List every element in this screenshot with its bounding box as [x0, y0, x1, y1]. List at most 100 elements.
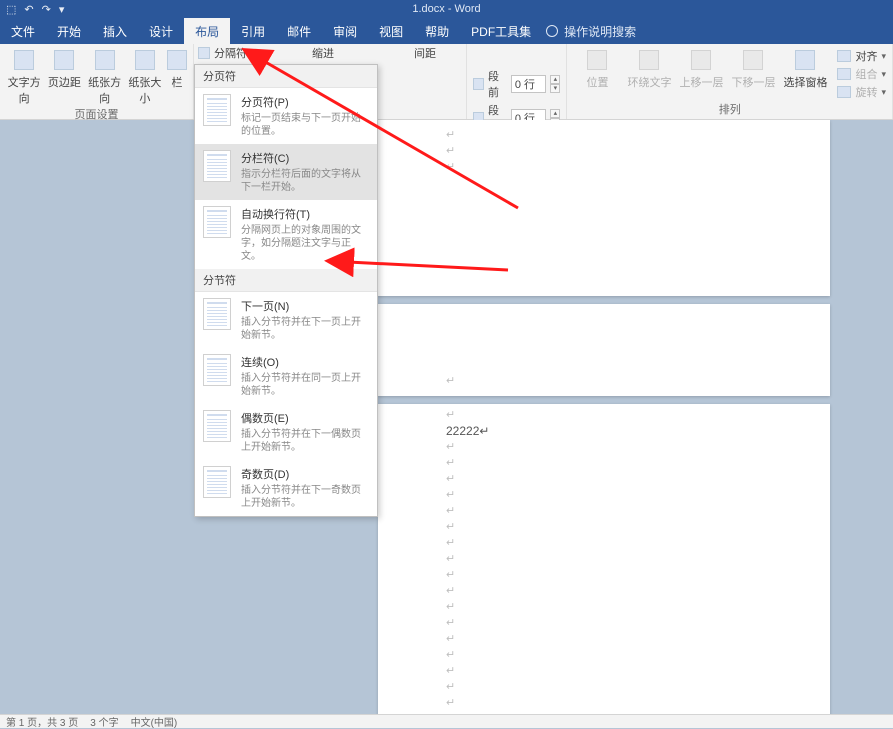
selection-pane-icon [795, 50, 815, 70]
dd-item-title: 分栏符(C) [241, 150, 369, 166]
tab-pdf[interactable]: PDF工具集 [460, 18, 542, 44]
margins-icon [54, 50, 74, 70]
tab-insert[interactable]: 插入 [92, 18, 138, 44]
breaks-button[interactable]: 分隔符 ▾ [194, 44, 260, 62]
selection-pane-button[interactable]: 选择窗格 [781, 46, 829, 90]
doc-text: 22222↵ [446, 424, 489, 438]
align-icon [837, 50, 851, 62]
tab-review[interactable]: 审阅 [322, 18, 368, 44]
even-page-icon [203, 410, 231, 442]
orientation-button[interactable]: 纸张方向 [87, 46, 123, 106]
dd-item-page-break[interactable]: 分页符(P) 标记一页结束与下一页开始的位置。 [195, 88, 377, 144]
paragraph-mark: ↵ [446, 160, 455, 173]
text-direction-icon [14, 50, 34, 70]
status-page[interactable]: 第 1 页，共 3 页 [6, 714, 78, 729]
dd-section-section-breaks: 分节符 [195, 269, 377, 292]
page-2-body[interactable]: ↵ 22222↵ ↵ ↵ ↵ ↵ ↵ ↵ ↵ ↵ ↵ ↵ ↵ ↵ ↵ ↵ ↵ ↵… [378, 404, 830, 714]
send-backward-label: 下移一层 [731, 74, 775, 90]
paragraph-mark: ↵ [446, 374, 455, 387]
paragraph-mark: ↵ [446, 632, 455, 645]
tab-design[interactable]: 设计 [138, 18, 184, 44]
dd-item-desc: 标记一页结束与下一页开始的位置。 [241, 112, 369, 138]
dd-item-next-page[interactable]: 下一页(N) 插入分节符并在下一页上开始新节。 [195, 292, 377, 348]
paragraph-mark: ↵ [446, 664, 455, 677]
dd-item-title: 自动换行符(T) [241, 206, 369, 222]
spacing-before-icon [473, 78, 484, 90]
dd-item-title: 下一页(N) [241, 298, 369, 314]
ribbon: 文字方向 页边距 纸张方向 纸张大小 栏 页面设置 分隔符 ▾ [0, 44, 893, 120]
quick-access-toolbar: ⬚ ↶ ↷ ▾ [0, 3, 64, 16]
tab-layout[interactable]: 布局 [184, 18, 230, 44]
dd-item-column-break[interactable]: 分栏符(C) 指示分栏符后面的文字将从下一栏开始。 [195, 144, 377, 200]
status-words[interactable]: 3 个字 [90, 714, 118, 729]
dd-item-desc: 插入分节符并在下一奇数页上开始新节。 [241, 484, 369, 510]
paragraph-mark: ↵ [446, 488, 455, 501]
bring-forward-icon [691, 50, 711, 70]
paragraph-mark: ↵ [446, 440, 455, 453]
page-2-top[interactable]: ↵ [378, 304, 830, 396]
tab-view[interactable]: 视图 [368, 18, 414, 44]
rotate-button: 旋转▾ [837, 84, 886, 100]
rotate-label: 旋转 [855, 84, 877, 100]
indent-header: 缩进 [312, 44, 334, 62]
dd-item-text-wrapping[interactable]: 自动换行符(T) 分隔网页上的对象周围的文字，如分隔题注文字与正文。 [195, 200, 377, 269]
spacing-before-spinner[interactable]: ▴▾ [550, 75, 560, 93]
wrap-icon [639, 50, 659, 70]
margins-label: 页边距 [48, 74, 81, 90]
continuous-icon [203, 354, 231, 386]
group-page-setup: 文字方向 页边距 纸张方向 纸张大小 栏 页面设置 [0, 44, 194, 119]
document-area[interactable]: ↵ ↵ ↵ ↵ ↵ 22222↵ ↵ ↵ ↵ ↵ ↵ ↵ ↵ ↵ ↵ ↵ ↵ ↵… [0, 120, 893, 714]
paragraph-mark: ↵ [446, 552, 455, 565]
redo-icon[interactable]: ↷ [42, 3, 51, 16]
undo-icon[interactable]: ↶ [24, 3, 33, 16]
wrap-text-button: 环绕文字 [625, 46, 673, 90]
margins-button[interactable]: 页边距 [46, 46, 82, 90]
align-button[interactable]: 对齐▾ [837, 48, 886, 64]
bring-forward-button: 上移一层 [677, 46, 725, 90]
size-label: 纸张大小 [127, 74, 163, 106]
paragraph-mark: ↵ [446, 408, 455, 421]
spacing-before[interactable]: 段前 0 行 ▴▾ [473, 68, 560, 100]
tab-mailings[interactable]: 邮件 [276, 18, 322, 44]
columns-button[interactable]: 栏 [167, 46, 187, 90]
dd-item-desc: 插入分节符并在同一页上开始新节。 [241, 372, 369, 398]
size-button[interactable]: 纸张大小 [127, 46, 163, 106]
dd-item-title: 分页符(P) [241, 94, 369, 110]
group-icon [837, 68, 851, 80]
dd-item-desc: 分隔网页上的对象周围的文字，如分隔题注文字与正文。 [241, 224, 369, 263]
paragraph-mark: ↵ [446, 600, 455, 613]
text-wrapping-icon [203, 206, 231, 238]
qat-more-icon[interactable]: ▾ [59, 3, 65, 16]
lightbulb-icon [546, 25, 558, 37]
breaks-label: 分隔符 [214, 45, 247, 61]
bring-forward-label: 上移一层 [679, 74, 723, 90]
breaks-icon [198, 47, 210, 59]
dd-item-continuous[interactable]: 连续(O) 插入分节符并在同一页上开始新节。 [195, 348, 377, 404]
paragraph-mark: ↵ [446, 616, 455, 629]
save-icon[interactable]: ⬚ [6, 3, 16, 16]
paragraph-mark: ↵ [446, 680, 455, 693]
tab-home[interactable]: 开始 [46, 18, 92, 44]
tab-references[interactable]: 引用 [230, 18, 276, 44]
rotate-icon [837, 86, 851, 98]
page-1-bottom[interactable]: ↵ ↵ ↵ [378, 120, 830, 296]
tell-me-label: 操作说明搜索 [564, 23, 636, 40]
group-paragraph: 段前 0 行 ▴▾ 段后 0 行 ▴▾ 段落 [467, 44, 567, 119]
text-direction-button[interactable]: 文字方向 [6, 46, 42, 106]
group-arrange-label: 排列 [567, 101, 892, 119]
breaks-dropdown: 分页符 分页符(P) 标记一页结束与下一页开始的位置。 分栏符(C) 指示分栏符… [194, 64, 378, 517]
text-direction-label: 文字方向 [6, 74, 42, 106]
tell-me-search[interactable]: 操作说明搜索 [546, 18, 636, 44]
status-lang[interactable]: 中文(中国) [131, 714, 178, 729]
dd-item-odd-page[interactable]: 奇数页(D) 插入分节符并在下一奇数页上开始新节。 [195, 460, 377, 516]
paragraph-mark: ↵ [446, 504, 455, 517]
title-bar: ⬚ ↶ ↷ ▾ 1.docx - Word [0, 0, 893, 18]
tab-file[interactable]: 文件 [0, 18, 46, 44]
group-button: 组合▾ [837, 66, 886, 82]
paragraph-mark: ↵ [446, 536, 455, 549]
spacing-before-value[interactable]: 0 行 [511, 75, 546, 93]
dd-item-even-page[interactable]: 偶数页(E) 插入分节符并在下一偶数页上开始新节。 [195, 404, 377, 460]
tab-help[interactable]: 帮助 [414, 18, 460, 44]
send-backward-button: 下移一层 [729, 46, 777, 90]
paragraph-mark: ↵ [446, 584, 455, 597]
